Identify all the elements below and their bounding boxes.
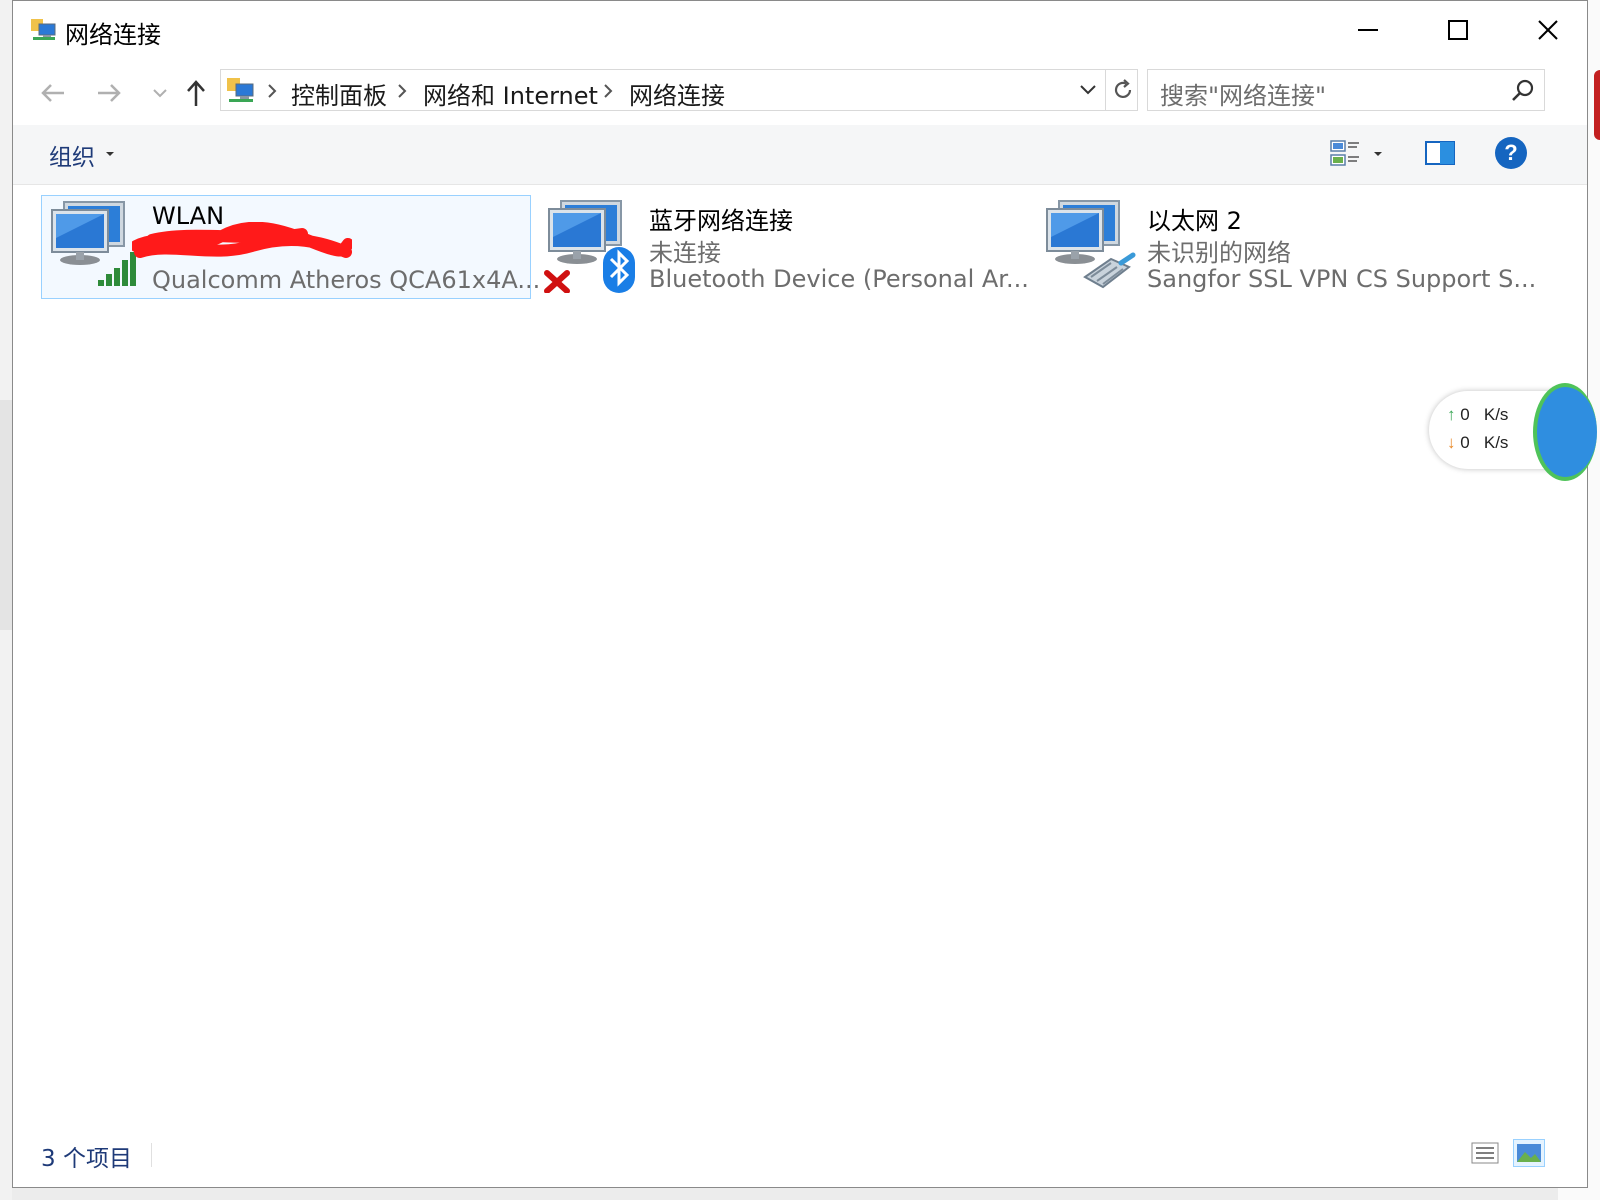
refresh-icon — [1114, 79, 1132, 99]
bluetooth-connection-icon — [544, 200, 635, 293]
change-view-icon[interactable] — [1329, 137, 1363, 171]
connection-device: Sangfor SSL VPN CS Support S... — [1147, 265, 1537, 293]
search-input[interactable]: 搜索"网络连接" — [1160, 76, 1326, 111]
refresh-button[interactable] — [1105, 70, 1140, 110]
connection-name: 蓝牙网络连接 — [649, 207, 793, 235]
up-button[interactable] — [178, 73, 214, 113]
caret-down-icon — [106, 152, 114, 156]
upload-speed: ↑ 0 K/s — [1447, 405, 1508, 425]
network-folder-icon — [227, 78, 254, 102]
breadcrumb-network-connections[interactable]: 网络连接 — [629, 76, 725, 111]
redaction-scribble — [132, 222, 352, 258]
maximize-button[interactable] — [1413, 1, 1503, 59]
up-arrow-icon — [187, 80, 205, 106]
download-unit: K/s — [1483, 433, 1509, 452]
connection-item-bluetooth[interactable]: 蓝牙网络连接 未连接 Bluetooth Device (Personal Ar… — [539, 195, 1029, 299]
search-box[interactable]: 搜索"网络连接" — [1147, 69, 1545, 111]
background-red-tab — [1594, 70, 1600, 140]
background-left-panel — [0, 400, 12, 630]
close-icon — [1538, 20, 1558, 40]
speed-ball-icon — [1533, 383, 1597, 481]
minimize-icon — [1358, 29, 1378, 31]
address-history-button[interactable] — [1073, 70, 1103, 110]
details-view-icon[interactable] — [1471, 1141, 1499, 1165]
close-button[interactable] — [1503, 1, 1593, 59]
download-speed: ↓ 0 K/s — [1447, 433, 1508, 453]
forward-arrow-icon — [98, 84, 121, 102]
help-button[interactable]: ? — [1495, 137, 1527, 169]
connection-status: 未识别的网络 — [1147, 239, 1291, 267]
title-bar: 网络连接 — [13, 1, 1587, 61]
connection-status: 未连接 — [649, 239, 721, 267]
network-speed-widget[interactable]: ↑ 0 K/s ↓ 0 K/s — [1429, 383, 1597, 481]
maximize-icon — [1448, 20, 1468, 40]
network-connections-window: 网络连接 控制面板 网络和 Internet 网络连接 搜索"网络连接" 组织 … — [12, 0, 1597, 1188]
address-bar[interactable]: 控制面板 网络和 Internet 网络连接 — [220, 69, 1138, 111]
minimize-button[interactable] — [1323, 1, 1413, 59]
breadcrumb-control-panel[interactable]: 控制面板 — [291, 76, 387, 111]
wlan-connection-icon — [51, 201, 136, 286]
connection-device: Bluetooth Device (Personal Ar... — [649, 265, 1029, 293]
address-row: 控制面板 网络和 Internet 网络连接 搜索"网络连接" — [13, 63, 1587, 123]
download-value: 0 — [1460, 433, 1470, 452]
search-icon[interactable] — [1510, 78, 1536, 104]
connection-item-wlan[interactable]: WLAN Qualcomm Atheros QCA61x4A... — [41, 195, 540, 299]
network-folder-icon — [31, 19, 56, 40]
chevron-down-icon — [153, 89, 167, 98]
recent-locations-button[interactable] — [149, 73, 171, 113]
back-arrow-icon — [41, 84, 64, 102]
connections-list: WLAN Qualcomm Atheros QCA61x4A... 蓝牙网络连接… — [13, 185, 1597, 1125]
breadcrumb-network-internet[interactable]: 网络和 Internet — [423, 76, 598, 111]
window-title: 网络连接 — [65, 21, 161, 49]
forward-button[interactable] — [91, 73, 127, 113]
breadcrumb-separator-icon — [268, 84, 277, 98]
caret-down-icon[interactable] — [1373, 151, 1383, 157]
connection-device: Qualcomm Atheros QCA61x4A... — [152, 266, 541, 294]
breadcrumb-separator-icon — [398, 84, 407, 98]
download-arrow-icon: ↓ — [1447, 433, 1456, 452]
preview-pane-icon[interactable] — [1425, 139, 1455, 167]
status-bar: 3 个项目 — [13, 1125, 1587, 1181]
large-icons-view-icon[interactable] — [1513, 1139, 1545, 1167]
item-count: 3 个项目 — [41, 1146, 132, 1172]
organize-button[interactable]: 组织 — [49, 138, 95, 172]
upload-value: 0 — [1460, 405, 1470, 424]
upload-unit: K/s — [1483, 405, 1509, 424]
connection-item-ethernet-2[interactable]: 以太网 2 未识别的网络 Sangfor SSL VPN CS Support … — [1037, 195, 1536, 299]
breadcrumb-separator-icon — [604, 84, 613, 98]
upload-arrow-icon: ↑ — [1447, 405, 1456, 424]
ethernet-connection-icon — [1046, 200, 1136, 289]
command-bar: 组织 ? — [13, 125, 1587, 185]
status-divider — [151, 1143, 152, 1167]
back-button[interactable] — [35, 73, 71, 113]
chevron-down-icon — [1080, 85, 1096, 95]
connection-name: 以太网 2 — [1147, 207, 1242, 235]
